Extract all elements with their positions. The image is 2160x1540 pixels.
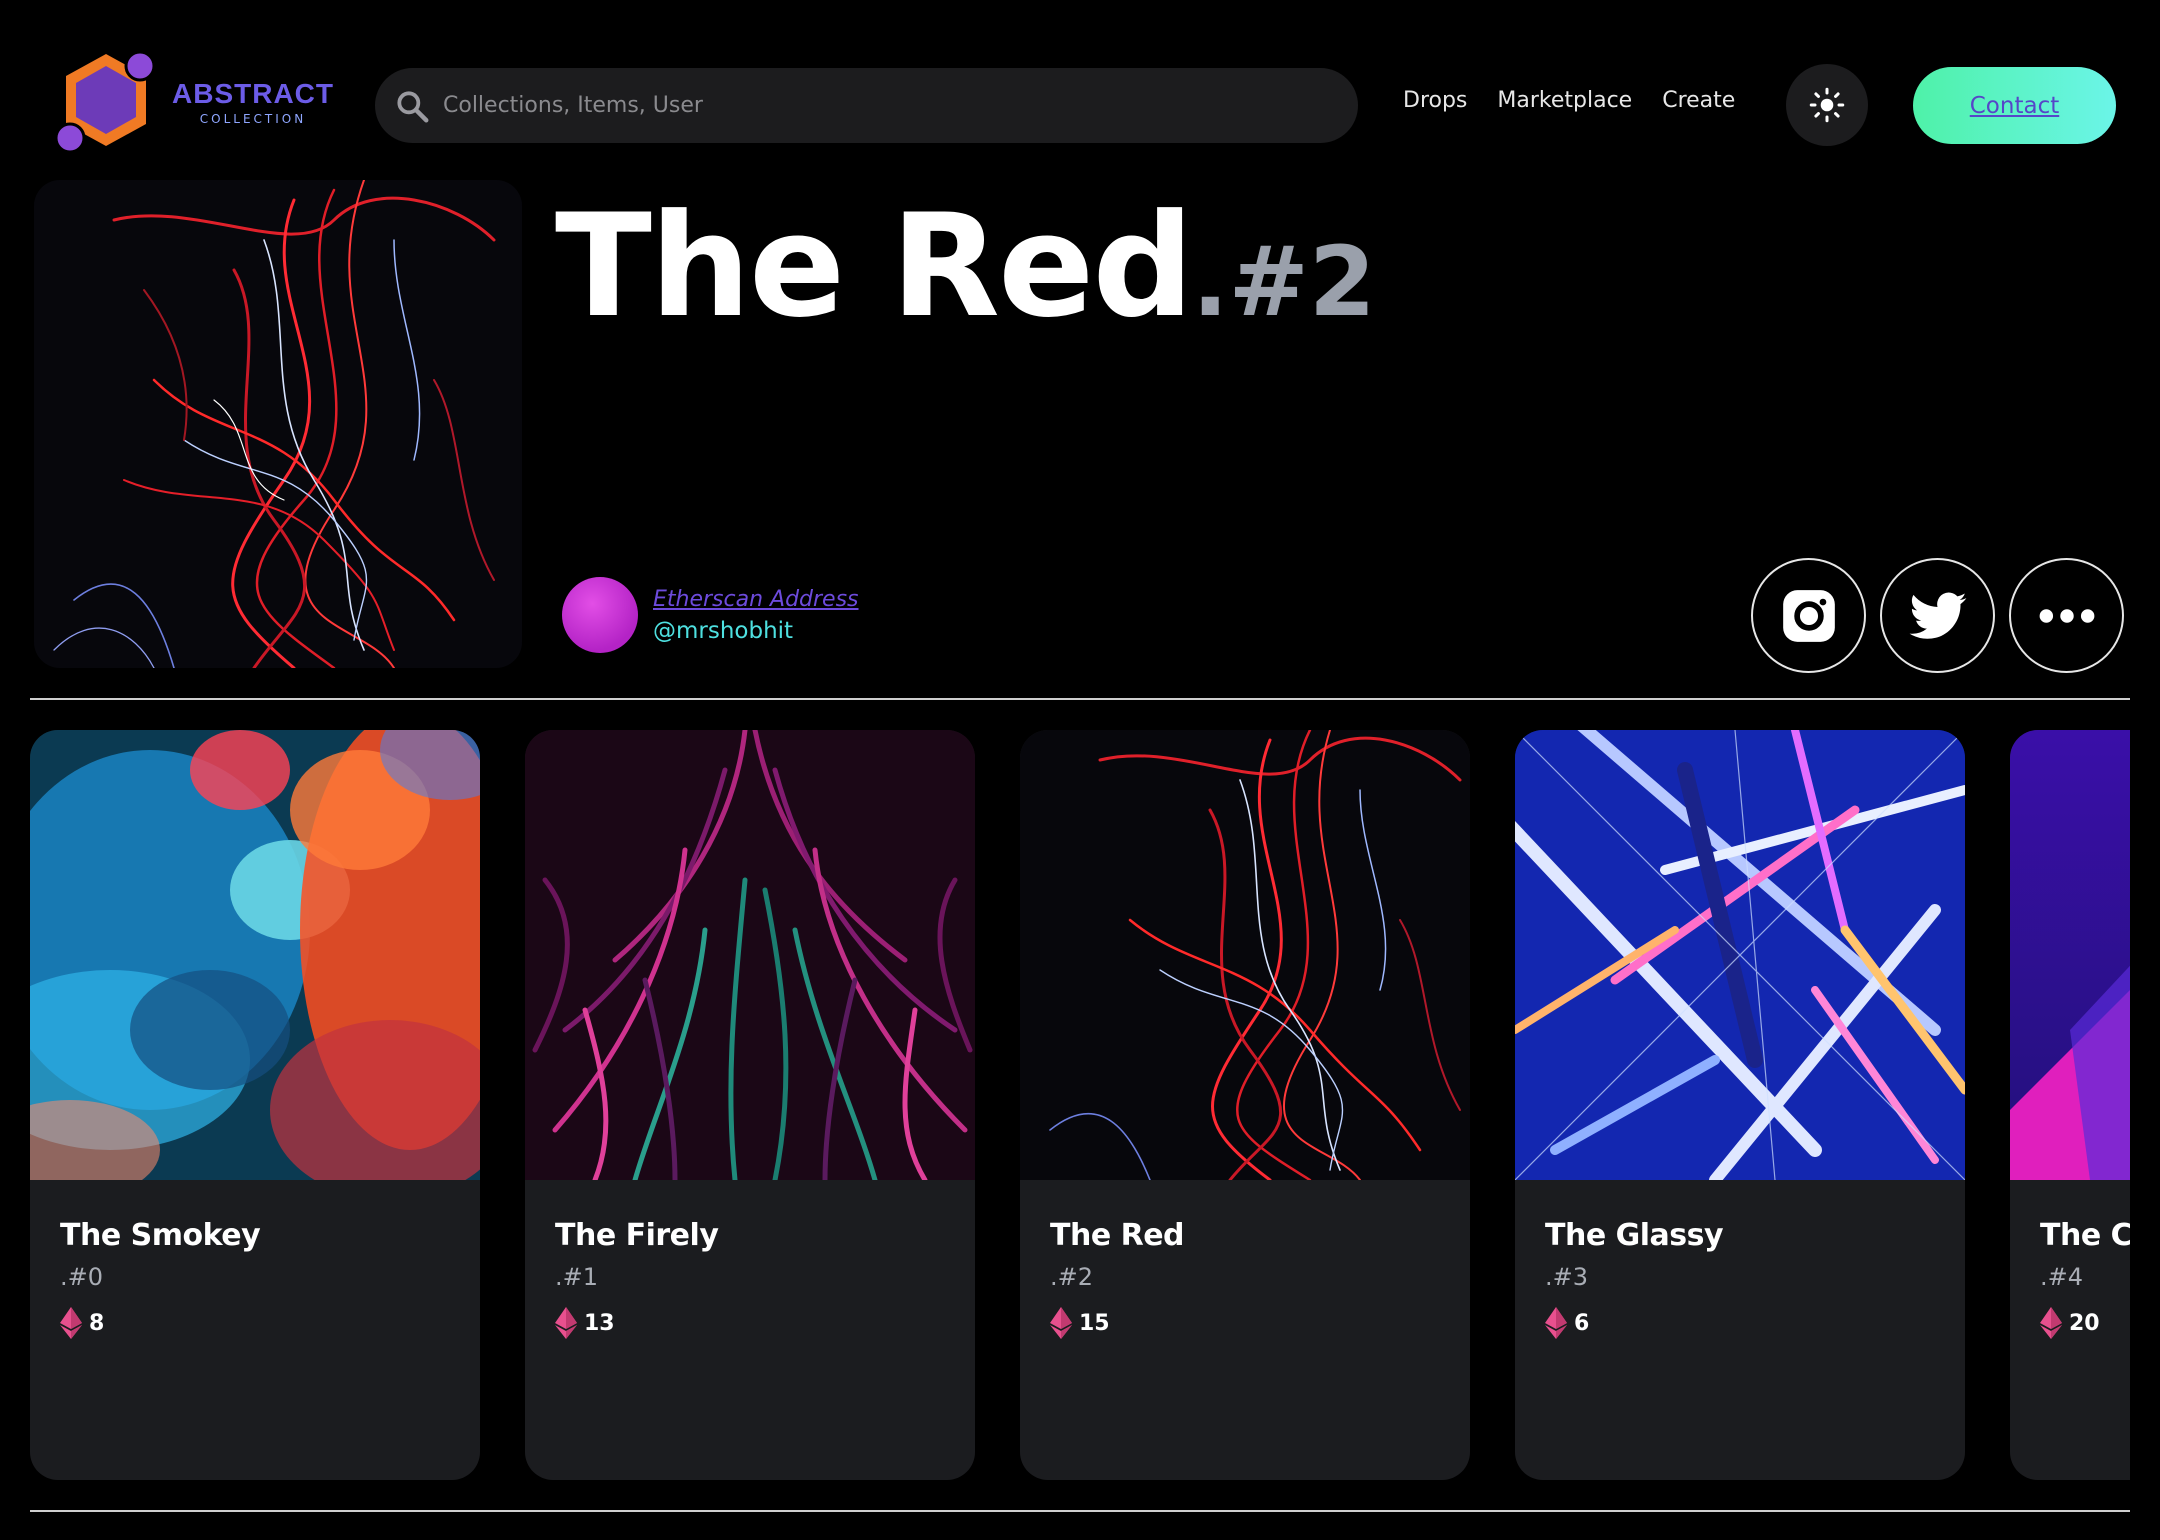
search-icon bbox=[397, 90, 429, 122]
title-number: .#2 bbox=[1192, 226, 1376, 338]
creator-handle: @mrshobhit bbox=[653, 617, 794, 644]
nav-drops[interactable]: Drops bbox=[1403, 88, 1467, 113]
ethereum-icon bbox=[555, 1307, 577, 1339]
card-body: The Firely .#1 13 bbox=[525, 1180, 975, 1339]
logo-subtitle: COLLECTION bbox=[199, 112, 307, 126]
card-number: .#1 bbox=[555, 1263, 599, 1291]
card-title: The Firely bbox=[555, 1218, 719, 1253]
hero-artwork bbox=[34, 180, 522, 668]
card-price: 6 bbox=[1545, 1307, 1965, 1339]
card-price: 15 bbox=[1050, 1307, 1470, 1339]
card-price-value: 6 bbox=[1574, 1310, 1590, 1336]
card-number: .#2 bbox=[1050, 1263, 1094, 1291]
logo[interactable]: ABSTRACT COLLECTION bbox=[50, 46, 340, 158]
contact-link[interactable]: Contact bbox=[1970, 93, 2059, 119]
more-button[interactable] bbox=[2009, 558, 2124, 673]
card-price: 13 bbox=[555, 1307, 975, 1339]
card-price-value: 13 bbox=[584, 1310, 615, 1336]
divider bbox=[30, 698, 2130, 700]
purple-geometric-artwork bbox=[2010, 730, 2130, 1180]
nav-create[interactable]: Create bbox=[1662, 88, 1735, 113]
nav-marketplace[interactable]: Marketplace bbox=[1497, 88, 1632, 113]
card-price: 8 bbox=[60, 1307, 480, 1339]
avatar[interactable] bbox=[562, 577, 638, 653]
search-bar[interactable] bbox=[375, 68, 1358, 143]
hexagon-logo-icon bbox=[54, 50, 156, 154]
twitter-icon bbox=[1909, 592, 1966, 639]
card-title: The Red bbox=[1050, 1218, 1185, 1253]
card-number: .#0 bbox=[60, 1263, 104, 1291]
twitter-button[interactable] bbox=[1880, 558, 1995, 673]
card-body: The Cl .#4 20 bbox=[2010, 1180, 2130, 1339]
ethereum-icon bbox=[2040, 1307, 2062, 1339]
card-artwork bbox=[2010, 730, 2130, 1180]
card-number: .#4 bbox=[2040, 1263, 2084, 1291]
creator-text: Etherscan Address @mrshobhit bbox=[653, 587, 859, 644]
instagram-icon bbox=[1782, 589, 1835, 642]
card-body: The Red .#2 15 bbox=[1020, 1180, 1470, 1339]
nft-card[interactable]: The Firely .#1 13 bbox=[525, 730, 975, 1480]
card-artwork bbox=[30, 730, 480, 1180]
page-title: The Red .#2 bbox=[555, 196, 1376, 366]
divider bbox=[30, 1510, 2130, 1512]
logo-text: ABSTRACT COLLECTION bbox=[172, 78, 334, 126]
card-artwork bbox=[1515, 730, 1965, 1180]
sun-icon bbox=[1809, 87, 1845, 123]
ethereum-icon bbox=[1050, 1307, 1072, 1339]
card-price-value: 8 bbox=[89, 1310, 105, 1336]
nft-card[interactable]: The Red .#2 15 bbox=[1020, 730, 1470, 1480]
smoke-artwork bbox=[30, 730, 480, 1180]
red-lights-artwork bbox=[34, 180, 522, 668]
collection-cards: The Smokey .#0 8 The Firely .#1 13 The R… bbox=[30, 730, 2130, 1480]
etherscan-link[interactable]: Etherscan Address bbox=[653, 587, 859, 612]
logo-title: ABSTRACT bbox=[172, 78, 334, 109]
card-price-value: 20 bbox=[2069, 1310, 2100, 1336]
card-title: The Smokey bbox=[60, 1218, 261, 1253]
card-number: .#3 bbox=[1545, 1263, 1589, 1291]
main-nav: Drops Marketplace Create bbox=[1403, 88, 1735, 113]
fur-artwork bbox=[525, 730, 975, 1180]
contact-button[interactable]: Contact bbox=[1913, 67, 2116, 144]
card-body: The Smokey .#0 8 bbox=[30, 1180, 480, 1339]
more-icon bbox=[2039, 608, 2094, 623]
theme-toggle-button[interactable] bbox=[1786, 64, 1868, 146]
card-artwork bbox=[1020, 730, 1470, 1180]
title-main: The Red bbox=[555, 184, 1194, 349]
instagram-button[interactable] bbox=[1751, 558, 1866, 673]
card-body: The Glassy .#3 6 bbox=[1515, 1180, 1965, 1339]
card-price: 20 bbox=[2040, 1307, 2130, 1339]
search-input[interactable] bbox=[443, 75, 1358, 136]
creator-info: Etherscan Address @mrshobhit bbox=[562, 577, 859, 653]
nft-card[interactable]: The Cl .#4 20 bbox=[2010, 730, 2130, 1480]
neon-cube-artwork bbox=[1515, 730, 1965, 1180]
ethereum-icon bbox=[60, 1307, 82, 1339]
card-title: The Cl bbox=[2040, 1218, 2130, 1253]
card-title: The Glassy bbox=[1545, 1218, 1724, 1253]
nft-card[interactable]: The Smokey .#0 8 bbox=[30, 730, 480, 1480]
ethereum-icon bbox=[1545, 1307, 1567, 1339]
card-price-value: 15 bbox=[1079, 1310, 1110, 1336]
card-artwork bbox=[525, 730, 975, 1180]
red-lights-artwork bbox=[1020, 730, 1470, 1180]
nft-card[interactable]: The Glassy .#3 6 bbox=[1515, 730, 1965, 1480]
